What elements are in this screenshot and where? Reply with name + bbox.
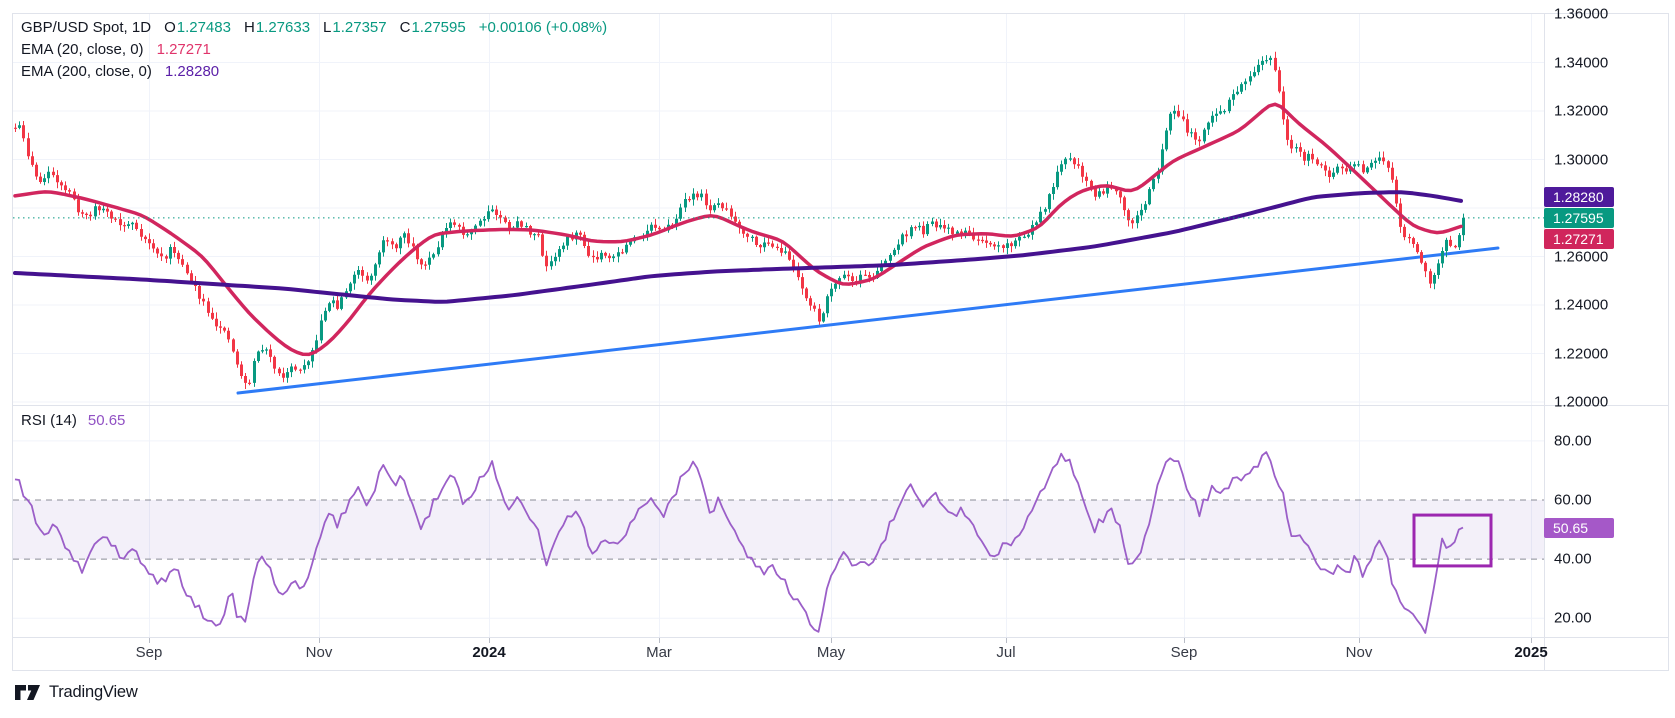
tradingview-chart-widget: GBP/USD Spot, 1D O1.27483 H1.27633 L1.27… [12,13,1669,671]
time-tick-label: 2025 [1514,644,1547,661]
time-axis[interactable]: Sep Nov 2024 Mar May Jul Sep Nov 2025 [13,637,1544,670]
ohlc-low: L1.27357 [323,17,387,39]
trendline[interactable] [238,248,1498,393]
price-tick-label: 1.32000 [1554,103,1608,120]
price-tick-label: 1.34000 [1554,54,1608,71]
symbol-row[interactable]: GBP/USD Spot, 1D O1.27483 H1.27633 L1.27… [21,17,607,39]
ema20-legend-row[interactable]: EMA (20, close, 0) 1.27271 [21,39,607,61]
ema200-line[interactable] [15,192,1461,302]
rsi-label: RSI (14) [21,412,77,429]
ema20-line[interactable] [15,104,1461,354]
chart-canvas[interactable] [13,14,1668,670]
ohlc-close: C1.27595 [400,17,466,39]
symbol-legend: GBP/USD Spot, 1D O1.27483 H1.27633 L1.27… [21,17,607,83]
time-tick-label: Sep [1171,644,1198,661]
brand-name: TradingView [49,683,138,702]
price-badge: 1.27271 [1544,229,1614,249]
ohlc-open: O1.27483 [164,17,231,39]
rsi-tick-label: 80.00 [1554,432,1592,449]
price-tick-label: 1.30000 [1554,151,1608,168]
time-tick-label: May [817,644,845,661]
rsi-value: 50.65 [88,412,126,429]
rsi-legend-row[interactable]: RSI (14) 50.65 [21,412,125,429]
change-value: +0.00106 (+0.08%) [479,17,607,39]
price-badge: 1.28280 [1544,187,1614,207]
tradingview-logo-icon [14,684,41,701]
ohlc-high: H1.27633 [244,17,310,39]
price-tick-label: 1.26000 [1554,248,1608,265]
price-axis[interactable]: 1.360001.340001.320001.300001.260001.240… [1544,14,1668,670]
time-tick-label: Mar [646,644,672,661]
rsi-tick-label: 40.00 [1554,551,1592,568]
rsi-tick-label: 60.00 [1554,492,1592,509]
rsi-badge: 50.65 [1544,518,1614,538]
ema200-value: 1.28280 [165,61,219,83]
tradingview-attribution[interactable]: TradingView [14,683,138,702]
ema200-legend-row[interactable]: EMA (200, close, 0) 1.28280 [21,61,607,83]
symbol-title: GBP/USD Spot, 1D [21,17,151,39]
rsi-tick-label: 20.00 [1554,610,1592,627]
ema20-label: EMA (20, close, 0) [21,39,144,61]
time-tick-label: Sep [136,644,163,661]
time-tick-label: Nov [306,644,333,661]
time-tick-label: Jul [996,644,1015,661]
price-tick-label: 1.36000 [1554,6,1608,23]
price-tick-label: 1.22000 [1554,345,1608,362]
price-tick-label: 1.24000 [1554,297,1608,314]
time-tick-label: Nov [1346,644,1373,661]
time-tick-label: 2024 [472,644,505,661]
price-badge: 1.27595 [1544,208,1614,228]
ema20-value: 1.27271 [157,39,211,61]
price-tick-label: 1.20000 [1554,394,1608,411]
ema200-label: EMA (200, close, 0) [21,61,152,83]
